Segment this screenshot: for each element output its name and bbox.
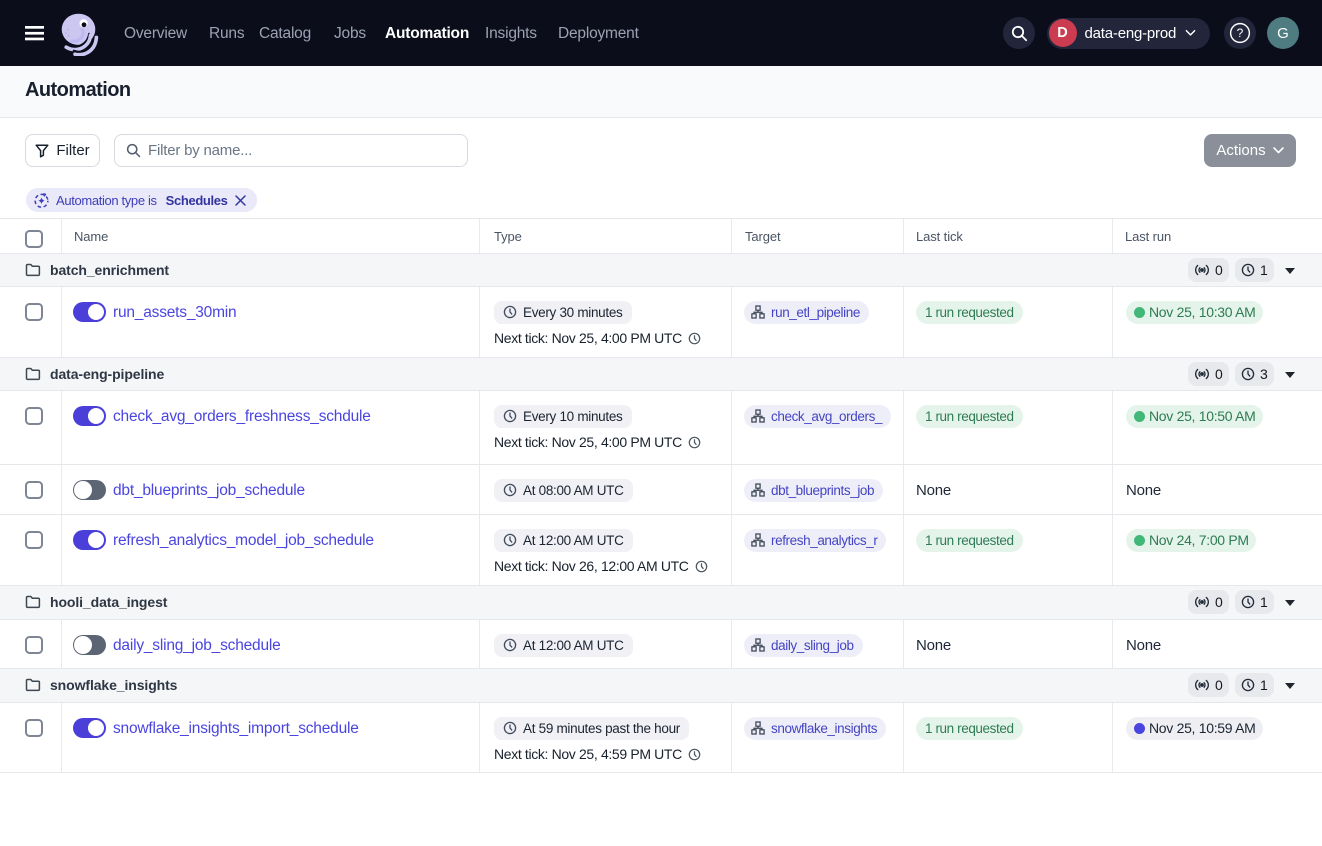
svg-text:?: ? [1237, 26, 1244, 40]
